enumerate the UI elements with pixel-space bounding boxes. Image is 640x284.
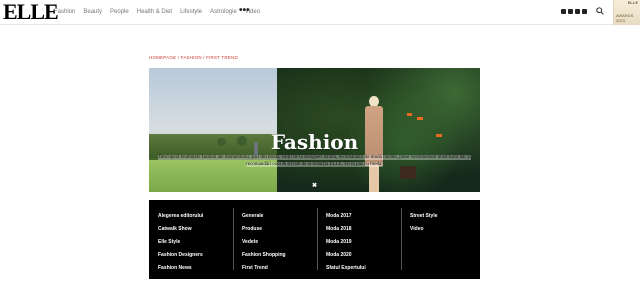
- fashion-category-menu: Alegerea editorului Catwalk Show Elle St…: [149, 200, 480, 279]
- nav-people[interactable]: People: [110, 8, 129, 16]
- menu-item-vedete[interactable]: Vedete: [242, 236, 286, 249]
- breadcrumb[interactable]: HOMEPAGE / FASHION / FIRST TREND: [149, 55, 238, 60]
- page-title: Fashion: [270, 130, 359, 154]
- menu-column-2: Generale Produse Vedete Fashion Shopping…: [242, 210, 286, 275]
- search-icon[interactable]: [596, 7, 604, 15]
- menu-item-first-trend[interactable]: First Trend: [242, 262, 286, 275]
- elle-awards-promo[interactable]: ELLE AWARDS 2023: [613, 0, 640, 25]
- hero-description: Descoperă tendințele fashion ale momentu…: [149, 154, 480, 168]
- promo-year: 2023: [616, 18, 625, 23]
- menu-divider: [317, 208, 318, 270]
- menu-column-4: Street Style Video: [410, 210, 438, 236]
- menu-column-1: Alegerea editorului Catwalk Show Elle St…: [158, 210, 203, 275]
- close-icon[interactable]: ✖: [312, 183, 317, 189]
- top-navigation-bar: ELLE Fashion Beauty People Health & Diet…: [0, 0, 640, 25]
- menu-item-fashion-news[interactable]: Fashion News: [158, 262, 203, 275]
- menu-item-moda-2020[interactable]: Moda 2020: [326, 249, 366, 262]
- menu-item-street-style[interactable]: Street Style: [410, 210, 438, 223]
- instagram-icon[interactable]: [575, 9, 580, 14]
- nav-health-diet[interactable]: Health & Diet: [137, 8, 172, 16]
- nav-astrologie[interactable]: Astrologie: [210, 8, 237, 16]
- nav-beauty[interactable]: Beauty: [83, 8, 102, 16]
- menu-item-fashion-designers[interactable]: Fashion Designers: [158, 249, 203, 262]
- nav-lifestyle[interactable]: Lifestyle: [180, 8, 202, 16]
- menu-item-moda-2017[interactable]: Moda 2017: [326, 210, 366, 223]
- elle-logo[interactable]: ELLE: [3, 0, 59, 24]
- menu-item-alegerea-editorului[interactable]: Alegerea editorului: [158, 210, 203, 223]
- pinterest-icon[interactable]: [568, 9, 573, 14]
- hero-description-text: Descoperă tendințele fashion ale momentu…: [158, 155, 471, 167]
- menu-item-moda-2018[interactable]: Moda 2018: [326, 223, 366, 236]
- main-nav: Fashion Beauty People Health & Diet Life…: [54, 8, 260, 16]
- promo-title: ELLE: [627, 0, 638, 5]
- menu-item-catwalk-show[interactable]: Catwalk Show: [158, 223, 203, 236]
- menu-column-3: Moda 2017 Moda 2018 Moda 2019 Moda 2020 …: [326, 210, 366, 275]
- menu-item-video[interactable]: Video: [410, 223, 438, 236]
- social-links: [561, 9, 587, 14]
- menu-item-moda-2019[interactable]: Moda 2019: [326, 236, 366, 249]
- youtube-icon[interactable]: [582, 9, 587, 14]
- hero-flower: [407, 113, 412, 116]
- hero-banner: Fashion Descoperă tendințele fashion ale…: [149, 68, 480, 192]
- menu-item-generale[interactable]: Generale: [242, 210, 286, 223]
- menu-item-fashion-shopping[interactable]: Fashion Shopping: [242, 249, 286, 262]
- menu-item-elle-style[interactable]: Elle Style: [158, 236, 203, 249]
- nav-fashion[interactable]: Fashion: [54, 8, 75, 16]
- menu-item-produse[interactable]: Produse: [242, 223, 286, 236]
- menu-divider: [401, 208, 402, 270]
- facebook-icon[interactable]: [561, 9, 566, 14]
- more-menu-button[interactable]: •••: [239, 6, 250, 16]
- menu-divider: [233, 208, 234, 270]
- hero-flower: [417, 117, 423, 120]
- menu-item-sfatul-expertului[interactable]: Sfatul Expertului: [326, 262, 366, 275]
